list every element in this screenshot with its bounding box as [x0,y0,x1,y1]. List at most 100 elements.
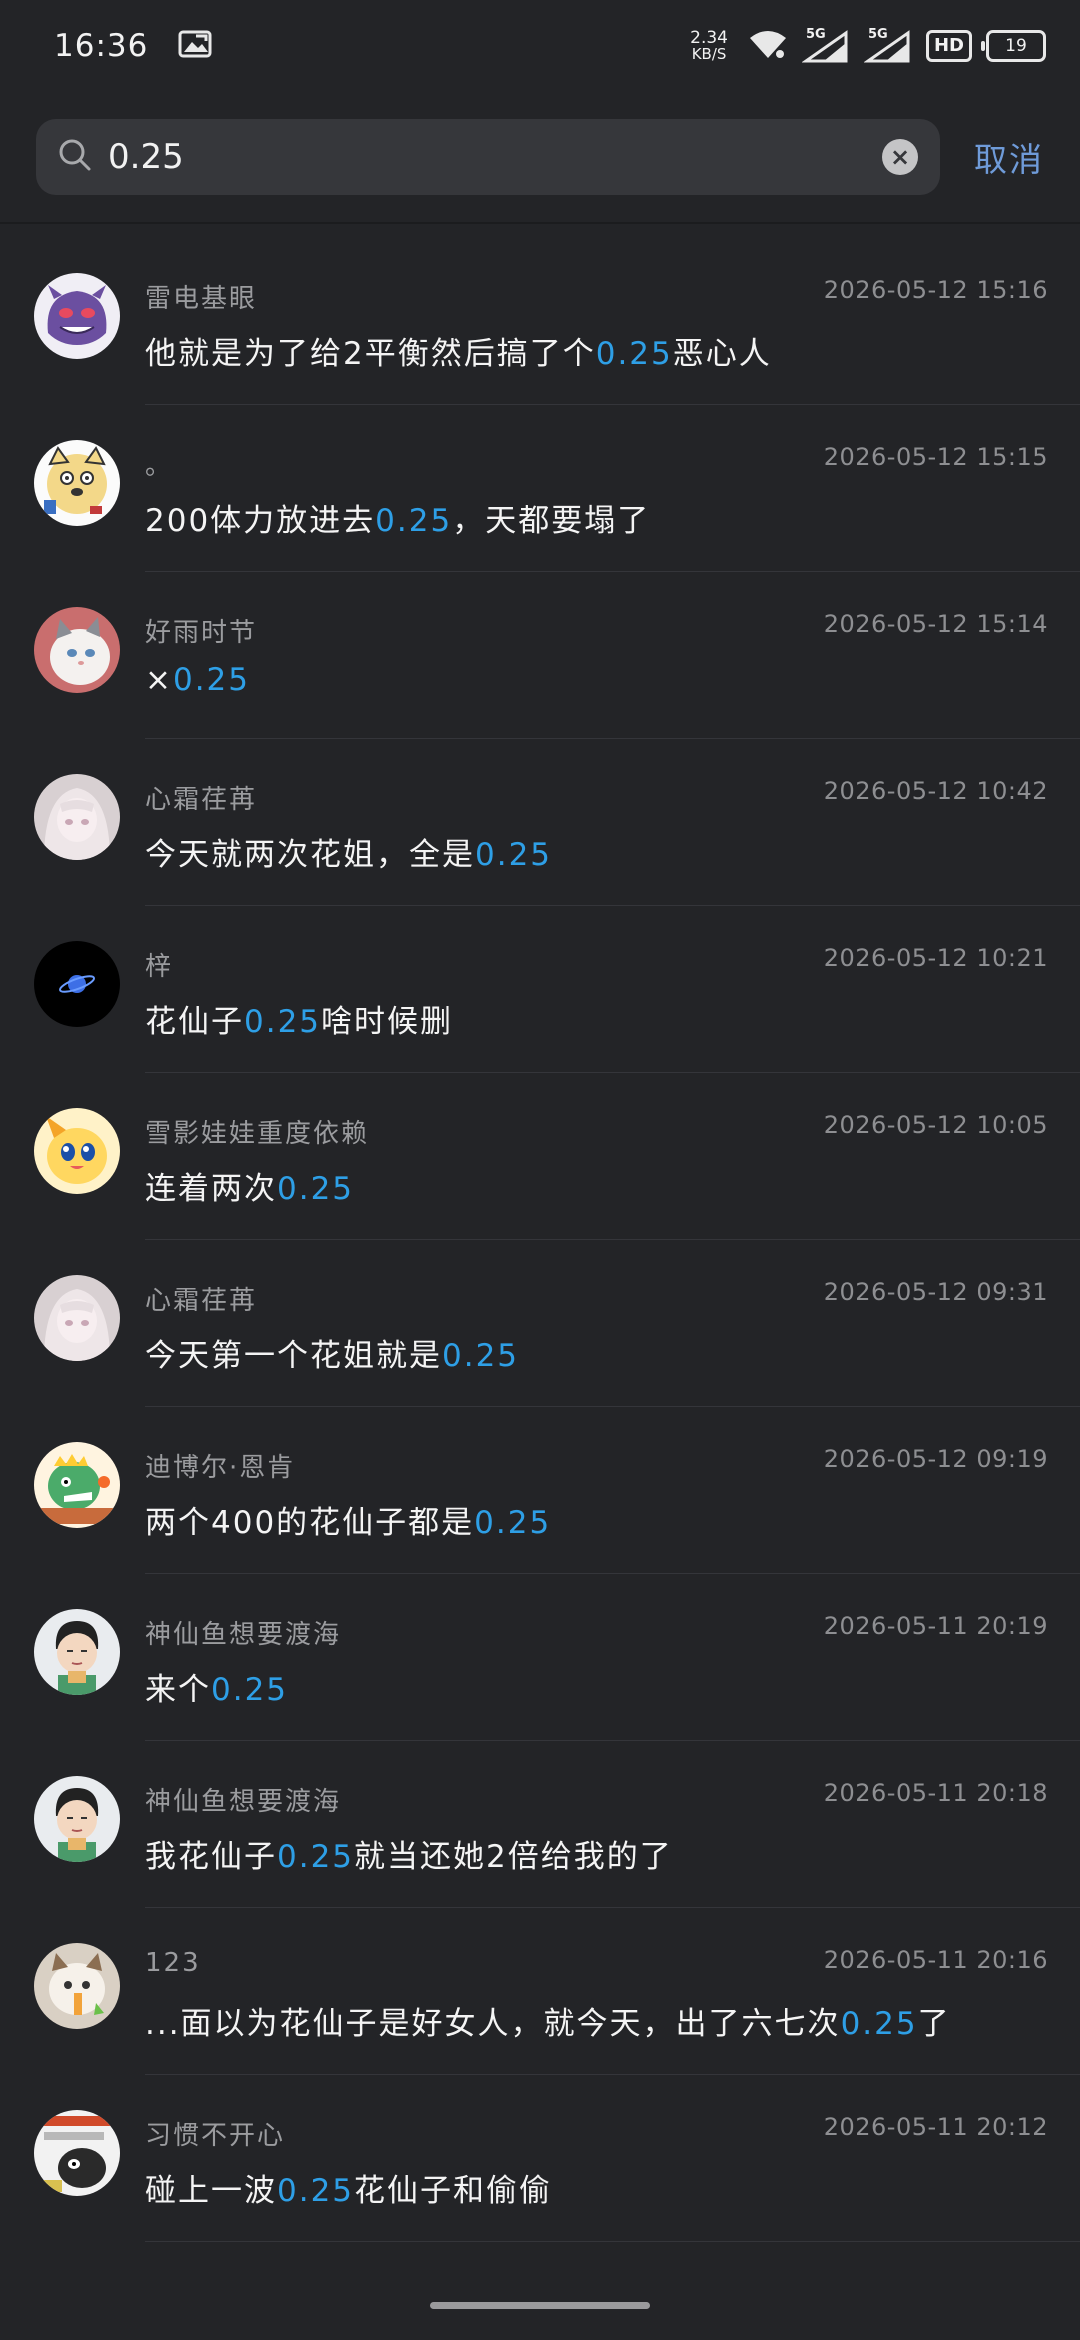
message-time: 2026-05-12 10:05 [823,1111,1048,1139]
search-highlight: 0.25 [595,336,673,372]
sender-name: 好雨时节 [145,618,258,648]
avatar[interactable] [34,607,120,693]
wifi-icon [748,28,788,64]
search-highlight: 0.25 [277,1839,355,1875]
sender-name: 心霜荏苒 [145,1286,258,1316]
avatar[interactable] [34,1108,120,1194]
sender-name: 雪影娃娃重度依赖 [145,1119,370,1149]
message-text-before: 来个 [145,1672,211,1708]
signal-icon: 5G [863,27,912,63]
net-speed-unit: KB/S [691,45,727,63]
avatar[interactable] [34,273,120,359]
list-item[interactable]: 迪博尔·恩肯 2026-05-12 09:19 两个400的花仙子都是0.25 [0,1407,1080,1574]
message-text-after: 啥时候删 [321,1004,454,1040]
sender-name: 梓 [145,952,174,982]
message-text: 两个400的花仙子都是0.25 [145,1497,551,1542]
list-item[interactable]: 习惯不开心 2026-05-11 20:12 碰上一波0.25花仙子和偷偷 [0,2075,1080,2242]
sender-name: 。 [145,451,174,481]
avatar[interactable] [34,1442,120,1528]
avatar[interactable] [34,774,120,860]
list-item[interactable]: 好雨时节 2026-05-12 15:14 ×0.25 [0,572,1080,739]
message-time: 2026-05-11 20:19 [823,1612,1048,1640]
avatar[interactable] [34,1943,120,2029]
search-highlight: 0.25 [211,1672,289,1708]
message-text-after: 花仙子和偷偷 [354,2173,553,2209]
list-item[interactable]: 神仙鱼想要渡海 2026-05-11 20:19 来个0.25 [0,1574,1080,1741]
signal-icon: 5G [801,27,850,63]
message-text: 今天就两次花姐，全是0.25 [145,829,552,874]
avatar[interactable] [34,1776,120,1862]
home-indicator[interactable] [430,2302,650,2309]
message-text-before: ...面以为花仙子是好女人，就今天，出了六七次 [145,2006,841,2042]
message-text-before: 两个400的花仙子都是 [145,1505,475,1541]
message-time: 2026-05-12 15:15 [823,443,1048,471]
search-highlight: 0.25 [840,2006,918,2042]
message-text-before: 我花仙子 [145,1839,277,1875]
sender-name: 心霜荏苒 [145,785,258,815]
list-item[interactable]: 梓 2026-05-12 10:21 花仙子0.25啥时候删 [0,906,1080,1073]
message-time: 2026-05-11 20:18 [823,1779,1048,1807]
net-speed-value: 2.34 [690,28,728,48]
search-box[interactable]: × [36,119,940,195]
battery-icon: 19 [981,30,1046,62]
search-input[interactable] [108,137,882,177]
message-text-before: 他就是为了给2平衡然后搞了个 [145,336,596,372]
sender-name: 神仙鱼想要渡海 [145,1787,342,1817]
sender-name: 雷电基眼 [145,284,258,314]
list-item[interactable]: 神仙鱼想要渡海 2026-05-11 20:18 我花仙子0.25就当还她2倍给我的… [0,1741,1080,1908]
search-highlight: 0.25 [172,662,251,698]
avatar[interactable] [34,1275,120,1361]
search-highlight: 0.25 [442,1338,520,1374]
search-highlight: 0.25 [375,503,453,539]
search-highlight: 0.25 [475,837,553,873]
message-time: 2026-05-12 09:31 [823,1278,1048,1306]
search-results-list: 雷电基眼 2026-05-12 15:16 他就是为了给2平衡然后搞了个0.25恶心… [0,238,1080,2242]
list-item[interactable]: 雪影娃娃重度依赖 2026-05-12 10:05 连着两次0.25 [0,1073,1080,1240]
sender-name: 123 [145,1948,201,1978]
message-time: 2026-05-11 20:16 [823,1946,1048,1974]
hd-icon: HD [925,30,972,62]
list-item[interactable]: 雷电基眼 2026-05-12 15:16 他就是为了给2平衡然后搞了个0.25恶心… [0,238,1080,405]
message-text-before: 200体力放进去 [145,503,376,539]
message-time: 2026-05-11 20:12 [823,2113,1048,2141]
status-time: 16:36 [54,28,149,64]
message-text-before: 花仙子 [145,1004,244,1040]
avatar[interactable] [34,1609,120,1695]
search-highlight: 0.25 [277,2173,355,2209]
message-text: 他就是为了给2平衡然后搞了个0.25恶心人 [145,328,772,373]
message-text-after: 就当还她2倍给我的了 [354,1839,673,1875]
cancel-button[interactable]: 取消 [974,133,1044,181]
gallery-notification-icon [178,30,212,62]
avatar[interactable] [34,941,120,1027]
net-speed: 2.34 KB/S [690,28,728,63]
message-text: ×0.25 [145,662,250,698]
list-item[interactable]: 123 2026-05-11 20:16 ...面以为花仙子是好女人，就今天，出了六… [0,1908,1080,2075]
message-text-before: 碰上一波 [145,2173,277,2209]
message-text: 200体力放进去0.25，天都要塌了 [145,495,650,540]
sender-name: 习惯不开心 [145,2121,286,2151]
message-text: 花仙子0.25啥时候删 [145,996,453,1041]
message-time: 2026-05-12 15:16 [823,276,1048,304]
message-text-before: × [145,662,173,698]
clear-icon[interactable]: × [882,139,918,175]
message-text: 连着两次0.25 [145,1163,354,1208]
search-highlight: 0.25 [474,1505,552,1541]
message-text-after: 恶心人 [672,336,772,372]
sender-name: 神仙鱼想要渡海 [145,1620,342,1650]
message-text: ...面以为花仙子是好女人，就今天，出了六七次0.25了 [145,1998,951,2043]
message-text-after: 了 [917,2006,951,2042]
sender-name: 迪博尔·恩肯 [145,1453,296,1483]
search-highlight: 0.25 [277,1171,355,1207]
message-time: 2026-05-12 15:14 [823,610,1048,638]
message-text: 碰上一波0.25花仙子和偷偷 [145,2165,552,2210]
message-time: 2026-05-12 10:42 [823,777,1048,805]
list-item[interactable]: 心霜荏苒 2026-05-12 10:42 今天就两次花姐，全是0.25 [0,739,1080,906]
message-text-before: 今天就两次花姐，全是 [145,837,475,873]
list-item[interactable]: 。 2026-05-12 15:15 200体力放进去0.25，天都要塌了 [0,405,1080,572]
message-text: 我花仙子0.25就当还她2倍给我的了 [145,1831,673,1876]
message-text-before: 今天第一个花姐就是 [145,1338,442,1374]
avatar[interactable] [34,2110,120,2196]
avatar[interactable] [34,440,120,526]
status-bar: 16:36 2.34 KB/S 5G 5G HD 19 [0,0,1080,92]
list-item[interactable]: 心霜荏苒 2026-05-12 09:31 今天第一个花姐就是0.25 [0,1240,1080,1407]
